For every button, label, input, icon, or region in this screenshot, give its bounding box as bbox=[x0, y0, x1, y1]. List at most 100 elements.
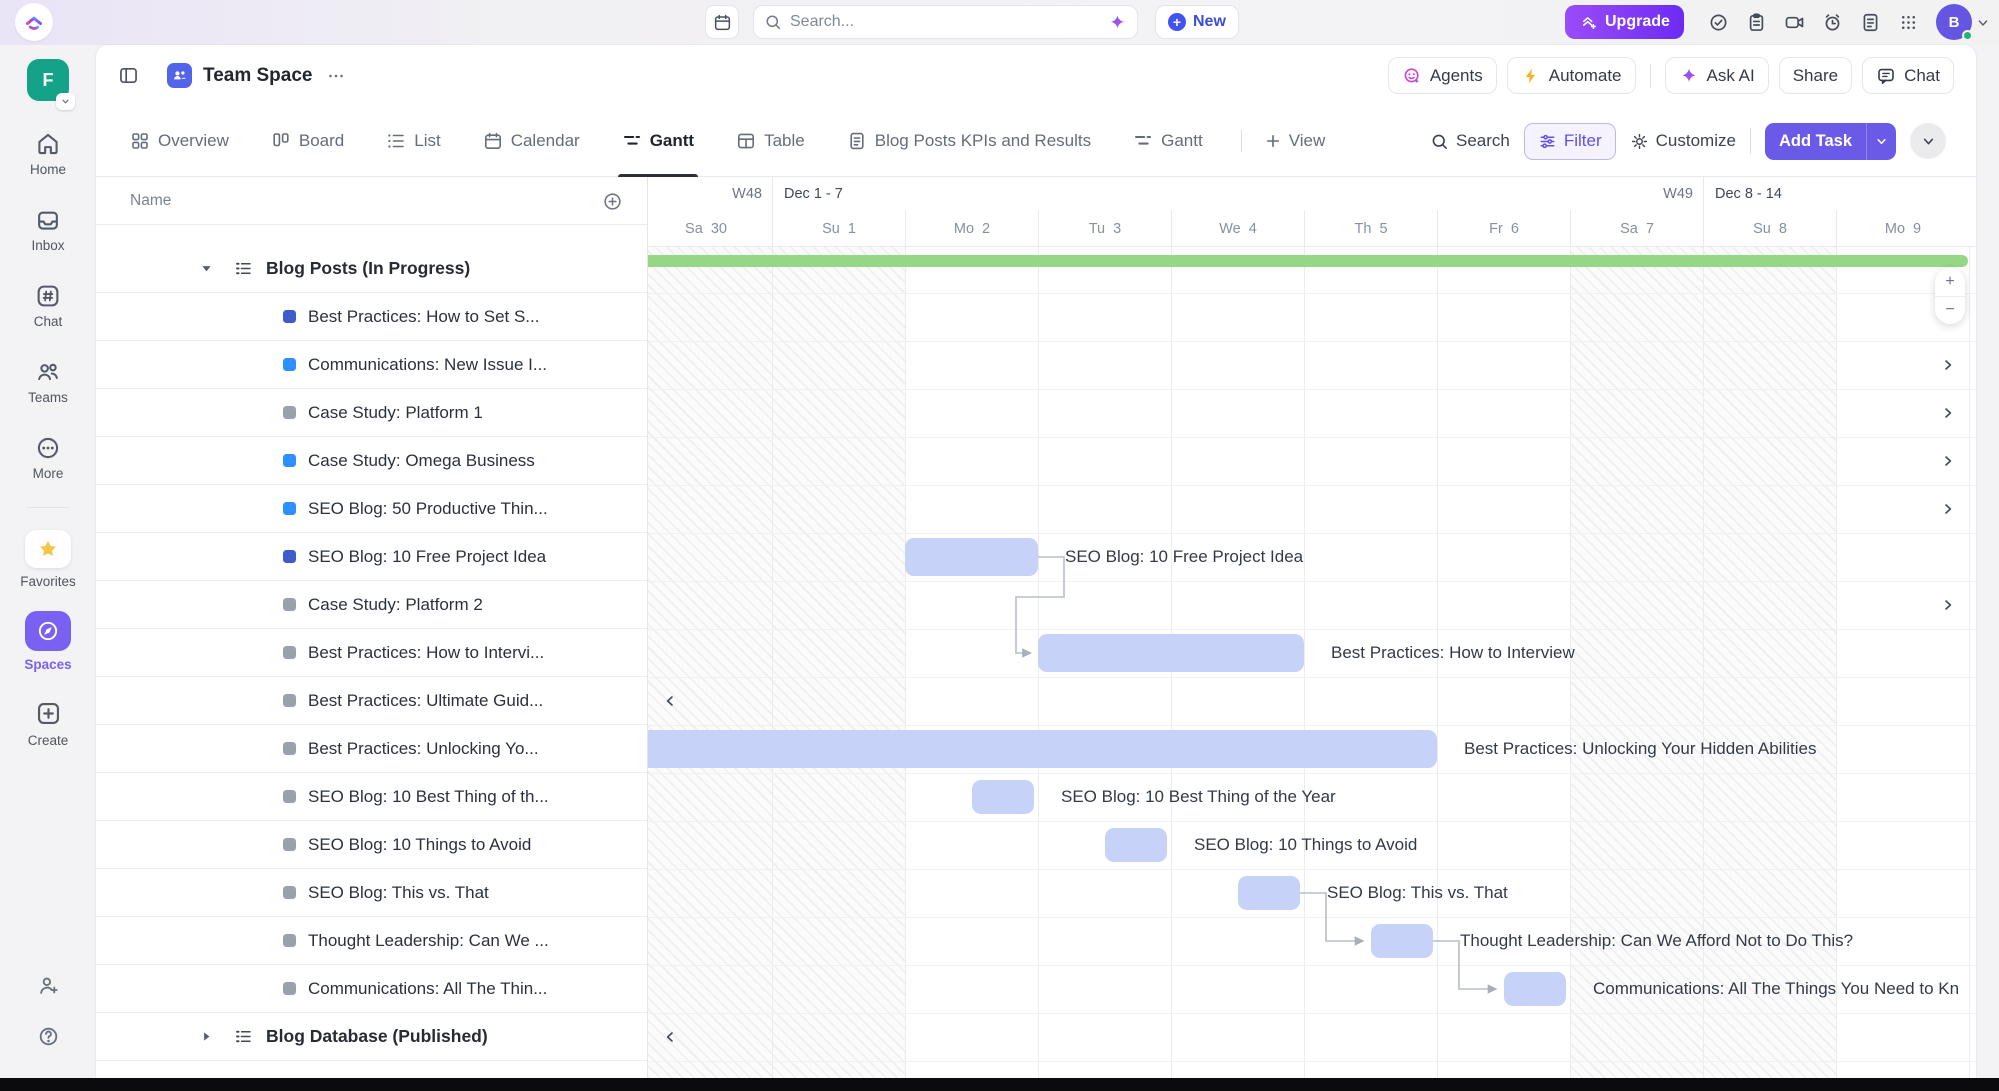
task-row[interactable]: Communications: New Issue I... bbox=[96, 341, 647, 389]
task-row[interactable]: Thought Leadership: Can We ... bbox=[96, 917, 647, 965]
zoom-in-button[interactable]: + bbox=[1935, 268, 1965, 297]
scroll-to-bar-right-icon[interactable] bbox=[1940, 357, 1956, 373]
tab-board[interactable]: Board bbox=[267, 106, 348, 176]
task-status-icon[interactable] bbox=[283, 934, 296, 947]
group-row-blog-database[interactable]: Blog Database (Published) bbox=[96, 1013, 647, 1061]
group-title[interactable]: Blog Database (Published) bbox=[266, 1026, 488, 1047]
gantt-bar[interactable] bbox=[1504, 972, 1567, 1006]
filter-button[interactable]: Filter bbox=[1524, 123, 1616, 160]
scroll-to-bar-right-icon[interactable] bbox=[1940, 405, 1956, 421]
task-status-icon[interactable] bbox=[283, 838, 296, 851]
sidebar-item-more[interactable]: More bbox=[33, 435, 64, 481]
task-row[interactable]: Case Study: Platform 1 bbox=[96, 389, 647, 437]
task-status-icon[interactable] bbox=[283, 406, 296, 419]
scroll-to-bar-right-icon[interactable] bbox=[1940, 597, 1956, 613]
gantt-bar[interactable] bbox=[1038, 634, 1304, 672]
workspace-avatar[interactable]: F bbox=[27, 59, 69, 101]
caret-right-icon[interactable] bbox=[198, 1028, 215, 1045]
sidebar-item-teams[interactable]: Teams bbox=[28, 359, 68, 405]
toggle-sidebar-icon[interactable] bbox=[118, 65, 139, 86]
task-name[interactable]: Case Study: Platform 1 bbox=[308, 403, 637, 423]
caret-down-icon[interactable] bbox=[198, 260, 215, 277]
scroll-to-bar-right-icon[interactable] bbox=[1940, 501, 1956, 517]
collapse-toolbar-button[interactable] bbox=[1910, 123, 1946, 159]
sidebar-item-chat[interactable]: Chat bbox=[34, 283, 63, 329]
account-chevron-icon[interactable] bbox=[1975, 15, 1991, 31]
sidebar-item-create[interactable]: Create bbox=[28, 694, 69, 748]
docs-icon[interactable] bbox=[1860, 12, 1881, 33]
add-task-dropdown-icon[interactable] bbox=[1866, 123, 1896, 160]
automate-button[interactable]: Automate bbox=[1507, 57, 1636, 94]
tab-table[interactable]: Table bbox=[732, 106, 809, 176]
task-status-icon[interactable] bbox=[283, 886, 296, 899]
tab-gantt[interactable]: Gantt bbox=[618, 106, 698, 176]
task-row[interactable]: SEO Blog: This vs. That bbox=[96, 869, 647, 917]
task-name[interactable]: Best Practices: Ultimate Guid... bbox=[308, 691, 637, 711]
task-row[interactable]: Case Study: Omega Business bbox=[96, 437, 647, 485]
tab-gantt[interactable]: Gantt bbox=[1129, 106, 1207, 176]
gantt-bar[interactable] bbox=[1371, 924, 1434, 958]
task-row[interactable]: Best Practices: Ultimate Guid... bbox=[96, 677, 647, 725]
task-row[interactable]: SEO Blog: 10 Free Project Idea bbox=[96, 533, 647, 581]
customize-button[interactable]: Customize bbox=[1630, 131, 1736, 151]
task-status-icon[interactable] bbox=[283, 982, 296, 995]
task-status-icon[interactable] bbox=[283, 502, 296, 515]
gantt-bar[interactable] bbox=[648, 730, 1437, 768]
gantt-bar[interactable] bbox=[1238, 876, 1301, 910]
task-row[interactable]: Case Study: Platform 2 bbox=[96, 581, 647, 629]
group-row-blog-posts[interactable]: Blog Posts (In Progress) bbox=[96, 245, 647, 293]
task-status-icon[interactable] bbox=[283, 454, 296, 467]
new-button[interactable]: + New bbox=[1155, 5, 1239, 39]
notepad-icon[interactable] bbox=[1746, 12, 1767, 33]
workspace-switcher-chevron-icon[interactable] bbox=[56, 93, 75, 110]
apps-grid-icon[interactable] bbox=[1898, 12, 1919, 33]
share-button[interactable]: Share bbox=[1779, 57, 1852, 94]
sidebar-item-inbox[interactable]: Inbox bbox=[31, 207, 64, 253]
group-title[interactable]: Blog Posts (In Progress) bbox=[266, 258, 470, 279]
task-row[interactable]: SEO Blog: 10 Best Thing of th... bbox=[96, 773, 647, 821]
task-status-icon[interactable] bbox=[283, 358, 296, 371]
gantt-bar[interactable] bbox=[1105, 828, 1168, 862]
task-status-icon[interactable] bbox=[283, 790, 296, 803]
task-name[interactable]: Communications: All The Thin... bbox=[308, 979, 637, 999]
scroll-to-bar-left-icon[interactable] bbox=[662, 693, 678, 709]
user-avatar[interactable]: B bbox=[1936, 4, 1972, 40]
task-name[interactable]: SEO Blog: 10 Things to Avoid bbox=[308, 835, 637, 855]
space-more-icon[interactable] bbox=[326, 66, 346, 86]
task-row[interactable]: Best Practices: Unlocking Yo... bbox=[96, 725, 647, 773]
add-task-button[interactable]: Add Task bbox=[1765, 123, 1896, 160]
task-name[interactable]: Case Study: Platform 2 bbox=[308, 595, 637, 615]
task-row[interactable]: Best Practices: How to Intervi... bbox=[96, 629, 647, 677]
task-name[interactable]: Case Study: Omega Business bbox=[308, 451, 637, 471]
task-status-icon[interactable] bbox=[283, 598, 296, 611]
task-row[interactable]: Communications: All The Thin... bbox=[96, 965, 647, 1013]
add-column-icon[interactable] bbox=[602, 191, 623, 212]
invite-user-icon[interactable] bbox=[37, 974, 60, 997]
task-name[interactable]: Communications: New Issue I... bbox=[308, 355, 637, 375]
task-name[interactable]: Best Practices: How to Intervi... bbox=[308, 643, 637, 663]
task-row[interactable]: SEO Blog: 50 Productive Thin... bbox=[96, 485, 647, 533]
tab-overview[interactable]: Overview bbox=[126, 106, 233, 176]
add-view-button[interactable]: View bbox=[1264, 131, 1326, 151]
topbar-calendar-button[interactable] bbox=[705, 5, 739, 39]
view-search-button[interactable]: Search bbox=[1430, 131, 1510, 151]
record-video-icon[interactable] bbox=[1784, 12, 1805, 33]
sidebar-item-home[interactable]: Home bbox=[30, 131, 66, 177]
task-row[interactable]: SEO Blog: 10 Things to Avoid bbox=[96, 821, 647, 869]
gantt-bar[interactable] bbox=[905, 538, 1038, 576]
clickup-logo-icon[interactable] bbox=[15, 3, 53, 41]
gantt-bar[interactable] bbox=[972, 780, 1035, 814]
tab-calendar[interactable]: Calendar bbox=[479, 106, 584, 176]
task-status-icon[interactable] bbox=[283, 694, 296, 707]
sidebar-item-spaces[interactable]: Spaces bbox=[24, 611, 71, 672]
task-name[interactable]: Best Practices: How to Set S... bbox=[308, 307, 637, 327]
help-icon[interactable] bbox=[37, 1025, 60, 1048]
task-name[interactable]: Best Practices: Unlocking Yo... bbox=[308, 739, 637, 759]
todo-check-icon[interactable] bbox=[1708, 12, 1729, 33]
task-row[interactable]: Best Practices: How to Set S... bbox=[96, 293, 647, 341]
task-status-icon[interactable] bbox=[283, 550, 296, 563]
breadcrumb-space-name[interactable]: Team Space bbox=[203, 65, 312, 87]
upgrade-button[interactable]: Upgrade bbox=[1565, 5, 1684, 39]
task-name[interactable]: Thought Leadership: Can We ... bbox=[308, 931, 637, 951]
task-name[interactable]: SEO Blog: 50 Productive Thin... bbox=[308, 499, 637, 519]
